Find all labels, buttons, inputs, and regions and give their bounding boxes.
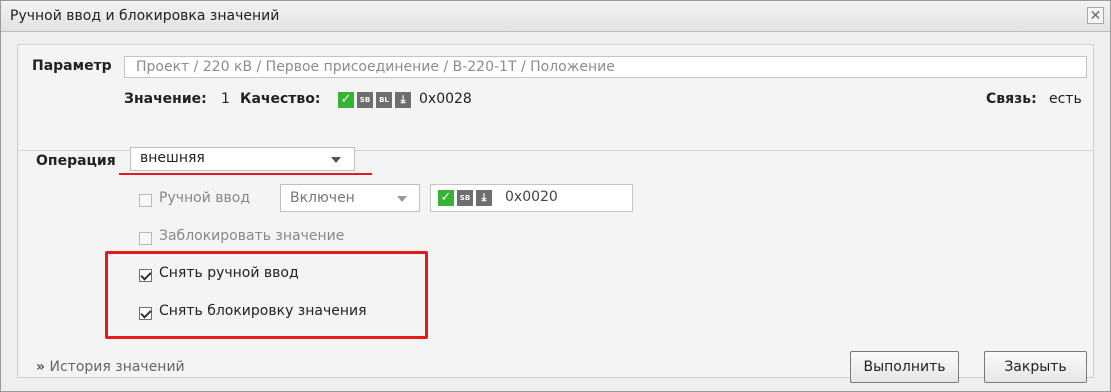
execute-button[interactable]: Выполнить [850,351,959,383]
block-value-label: Заблокировать значение [159,228,345,244]
manual-input-quality-field: ✓ SB ⤓ 0x0020 [430,184,633,212]
block-value-checkbox[interactable] [139,232,152,245]
sb-icon: SB [357,92,373,108]
manual-input-state-select[interactable]: Включен [280,184,420,212]
parameter-path-field: Проект / 220 кВ / Первое присоединение /… [124,56,1087,78]
chevron-down-icon [397,196,407,202]
bl-icon: BL [376,92,392,108]
parameter-label: Параметр [32,58,112,74]
highlight-box [105,251,428,339]
highlight-underline [119,173,372,175]
close-button[interactable]: Закрыть [984,351,1087,383]
sb-icon: SB [457,190,473,206]
operation-selected-value: внешняя [140,150,205,166]
dialog-title: Ручной ввод и блокировка значений [10,8,280,24]
double-chevron-right-icon: » [36,359,46,375]
manual-input-dialog: Ручной ввод и блокировка значений ✕ Пара… [0,0,1111,392]
manual-input-quality-code: 0x0020 [505,189,558,205]
operation-select[interactable]: внешняя [130,147,355,171]
arrow-down-icon: ⤓ [476,190,492,206]
dialog-titlebar: Ручной ввод и блокировка значений ✕ [1,1,1110,32]
quality-code: 0x0028 [419,91,472,107]
check-icon: ✓ [338,92,354,108]
history-link[interactable]: » История значений [36,359,185,375]
history-link-label: История значений [49,359,185,375]
link-value: есть [1049,91,1082,107]
manual-input-checkbox[interactable] [139,194,152,207]
manual-input-state-value: Включен [290,190,355,206]
operation-label: Операция [36,153,116,169]
check-icon: ✓ [438,190,454,206]
value-label: Значение: [124,91,207,107]
chevron-down-icon [331,157,341,163]
value-text: 1 [221,91,230,107]
link-label: Связь: [986,91,1037,107]
quality-label: Качество: [240,91,321,107]
close-icon[interactable]: ✕ [1087,7,1104,24]
arrow-down-icon: ⤓ [395,92,411,108]
manual-input-label: Ручной ввод [159,190,251,206]
